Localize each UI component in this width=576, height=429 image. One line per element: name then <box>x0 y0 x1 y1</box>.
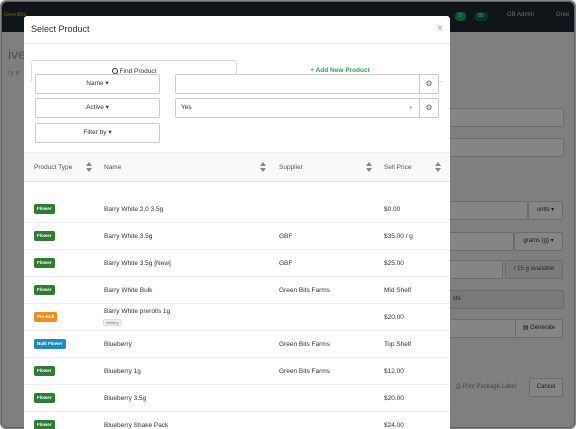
table-row[interactable]: Pre-Roll Barry White prerolls 1g military $… <box>24 304 450 331</box>
product-type-badge: Flower <box>34 393 55 403</box>
product-sell-price: $20.00 <box>384 314 404 321</box>
product-type-badge: Bulk Flower <box>34 339 66 349</box>
name-filter-input[interactable] <box>175 74 420 94</box>
table-row[interactable]: Flower Blueberry Shake Pack $24.00 <box>24 412 450 429</box>
product-name: Blueberry <box>104 341 132 348</box>
product-name: Blueberry 3.5g <box>104 395 147 402</box>
table-row[interactable]: Flower Blueberry 1g Green Bits Farms $12.00 <box>24 358 450 385</box>
product-name: Barry White 3.5g <box>104 233 153 240</box>
gear-icon[interactable]: ⚙ <box>420 98 439 118</box>
table-row[interactable]: Flower Blueberry 3.5g $20.00 <box>24 385 450 412</box>
product-name: Barry White Bulk <box>104 287 153 294</box>
modal-header: Select Product × <box>24 16 450 44</box>
product-sell-price: $35.00 / g <box>384 233 413 240</box>
product-supplier: Green Bits Farms <box>279 368 330 375</box>
sort-icon[interactable] <box>435 162 441 172</box>
product-name: Barry White 2.0 3.5g <box>104 206 164 213</box>
product-type-badge: Flower <box>34 231 55 241</box>
product-type-badge: Flower <box>34 420 55 429</box>
product-supplier: Green Bits Farms <box>279 341 330 348</box>
gear-icon[interactable]: ⚙ <box>420 74 439 94</box>
table-row[interactable]: Bulk Flower Blueberry Green Bits Farms Top … <box>24 331 450 358</box>
chevron-down-icon: ▾ <box>409 105 412 111</box>
sort-icon[interactable] <box>86 162 92 172</box>
sort-icon[interactable] <box>260 162 266 172</box>
table-header: Product Type Name Supplier Sell Price <box>24 152 450 182</box>
product-supplier: GBF <box>279 260 293 267</box>
product-name: Barry White 3.5g [New] <box>104 260 171 267</box>
sort-icon[interactable] <box>366 162 372 172</box>
active-filter-select[interactable]: Yes ▾ <box>175 98 420 118</box>
product-sell-price: $25.00 <box>384 260 404 267</box>
column-name[interactable]: Name <box>104 164 121 171</box>
product-supplier: Green Bits Farms <box>279 287 330 294</box>
product-type-badge: Flower <box>34 366 55 376</box>
product-name: Blueberry 1g <box>104 368 141 375</box>
product-type-badge: Flower <box>34 258 55 268</box>
product-tag: military <box>103 319 122 326</box>
product-sell-price: $0.00 <box>384 206 401 213</box>
column-sell-price[interactable]: Sell Price <box>384 164 411 171</box>
column-supplier[interactable]: Supplier <box>279 164 303 171</box>
product-sell-price: $24.00 <box>384 422 404 429</box>
product-type-badge: Pre-Roll <box>34 312 58 322</box>
table-row[interactable]: Flower Barry White 2.0 3.5g $0.00 <box>24 196 450 223</box>
select-product-modal: Select Product × Find Product + Add New … <box>24 16 450 429</box>
active-filter-value: Yes <box>181 104 192 111</box>
product-name: Blueberry Shake Pack <box>104 422 169 429</box>
modal-title: Select Product <box>31 24 90 34</box>
product-sell-price: Top Shelf <box>384 341 412 348</box>
table-row[interactable]: Flower Barry White 3.5g [New] GBF $25.00 <box>24 250 450 277</box>
product-type-badge: Flower <box>34 285 55 295</box>
product-sell-price: $20.00 <box>384 395 404 402</box>
close-icon[interactable]: × <box>437 23 443 34</box>
product-type-badge: Flower <box>34 204 55 214</box>
name-filter-dropdown[interactable]: Name ▾ <box>35 74 160 94</box>
table-row[interactable]: Flower Barry White Bulk Green Bits Farms Mi… <box>24 277 450 304</box>
product-supplier: GBF <box>279 233 293 240</box>
active-filter-dropdown[interactable]: Active ▾ <box>35 98 160 118</box>
product-sell-price: Mid Shelf <box>384 287 412 294</box>
filter-by-dropdown[interactable]: Filter by ▾ <box>35 123 160 143</box>
product-sell-price: $12.00 <box>384 368 404 375</box>
product-name: Barry White prerolls 1g <box>104 308 171 315</box>
table-row[interactable]: Flower Barry White 3.5g GBF $35.00 / g <box>24 223 450 250</box>
column-product-type[interactable]: Product Type <box>34 164 72 171</box>
